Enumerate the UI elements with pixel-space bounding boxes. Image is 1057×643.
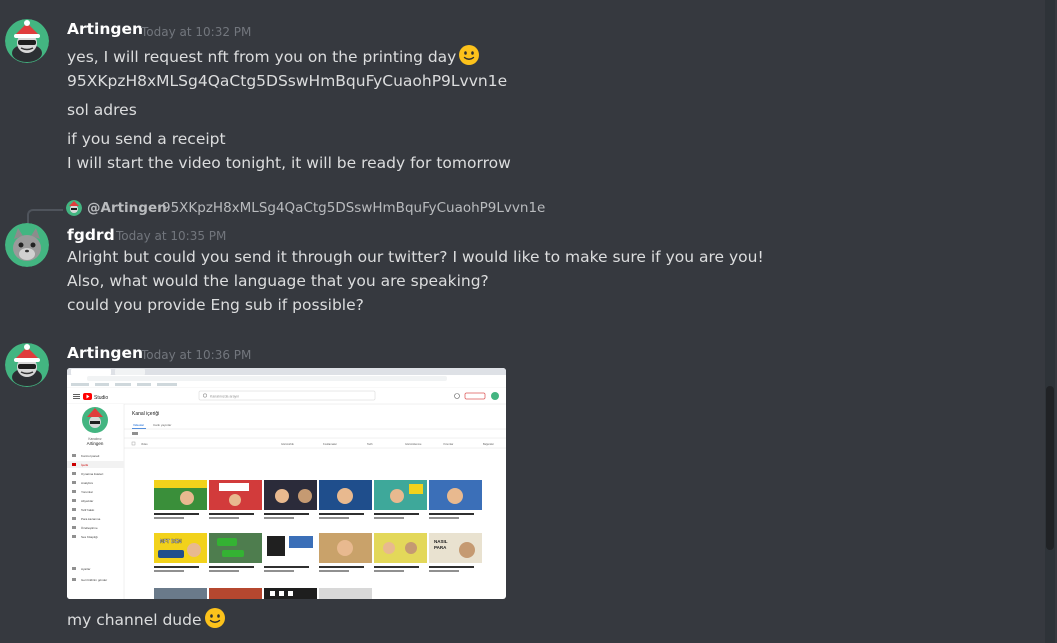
- attachment-column-header: Yorumlar: [443, 442, 453, 446]
- avatar[interactable]: [5, 343, 49, 387]
- attachment-thumb-label: PARA: [434, 545, 447, 550]
- attachment-sidebar-item: Analytics: [81, 481, 94, 485]
- attachment-column-header: Görüntülenme: [405, 442, 422, 446]
- attachment-tab: Videolar: [133, 423, 144, 427]
- image-attachment[interactable]: Studio Kanalınızda arayın Kanalınız Arti…: [67, 368, 506, 599]
- attachment-column-header: Tarih: [367, 442, 373, 446]
- message-group-3: Artingen Today at 10:36 PM Studio Kanalı…: [0, 0, 1037, 643]
- attachment-column-header: Beğeniler: [483, 442, 494, 446]
- slightly-smiling-face-icon[interactable]: [204, 607, 226, 629]
- attachment-sidebar-item: Oynatma listeleri: [81, 472, 104, 476]
- attachment-thumb-label: NFT DEN: [160, 539, 182, 545]
- attachment-channel-name: Artingen: [87, 441, 104, 446]
- attachment-sidebar-item: Yorumlar: [81, 490, 93, 494]
- attachment-column-header: Video: [141, 442, 148, 446]
- attachment-sidebar-item: İçerik: [81, 462, 89, 467]
- message-text: my channel dude: [67, 607, 226, 629]
- attachment-sidebar-item: Altyazılar: [81, 499, 93, 503]
- attachment-sidebar-item: Para kazanma: [81, 517, 101, 521]
- attachment-sidebar-item: Ayarlar: [81, 567, 90, 571]
- attachment-tab: Canlı yayınlar: [153, 423, 171, 427]
- attachment-sidebar-item: Ses Kitaplığı: [81, 535, 98, 539]
- attachment-thumb-label: NASIL: [434, 539, 448, 544]
- timestamp: Today at 10:36 PM: [141, 348, 252, 362]
- message-text-content: my channel dude: [67, 611, 202, 629]
- attachment-column-header: Görünürlük: [281, 442, 295, 446]
- attachment-page-title: Kanal içeriği: [132, 411, 159, 417]
- scrollbar-thumb[interactable]: [1046, 386, 1054, 550]
- attachment-sidebar-item: Kontrol paneli: [81, 454, 100, 458]
- attachment-sidebar-item: Telif hakkı: [81, 508, 95, 512]
- attachment-search: Kanalınızda arayın: [210, 395, 239, 399]
- username[interactable]: Artingen: [67, 344, 143, 362]
- attachment-column-header: Kısıtlamalar: [323, 442, 337, 446]
- attachment-sidebar-item: Özelleştirme: [81, 526, 98, 530]
- attachment-sidebar-item: Geri bildirim gönder: [81, 578, 107, 582]
- attachment-app-name: Studio: [94, 395, 108, 401]
